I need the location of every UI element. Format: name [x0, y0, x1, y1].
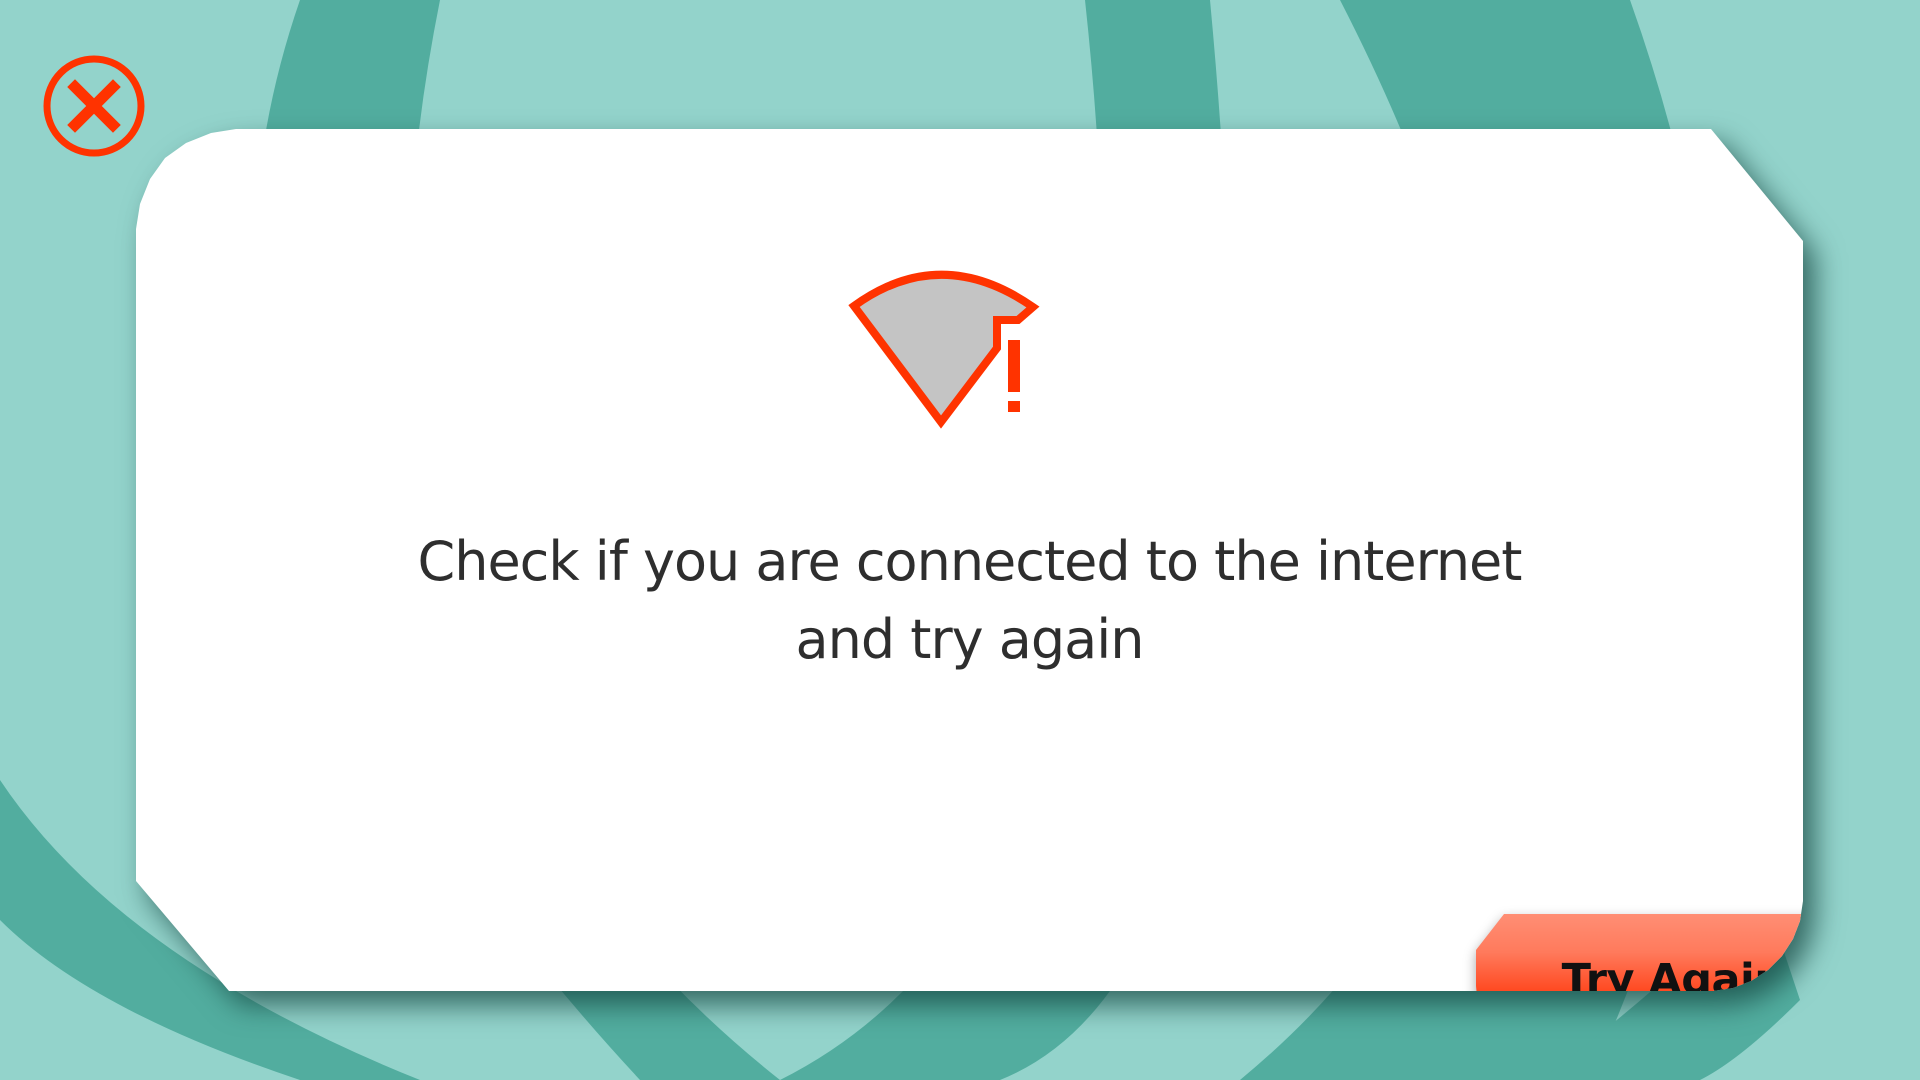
no-connection-dialog: Check if you are connected to the intern… [136, 129, 1803, 991]
error-message: Check if you are connected to the intern… [417, 530, 1523, 671]
close-button[interactable] [40, 52, 148, 160]
close-icon [43, 55, 145, 157]
wifi-warning-icon [846, 265, 1066, 435]
dialog-wrapper: Check if you are connected to the intern… [136, 129, 1803, 991]
